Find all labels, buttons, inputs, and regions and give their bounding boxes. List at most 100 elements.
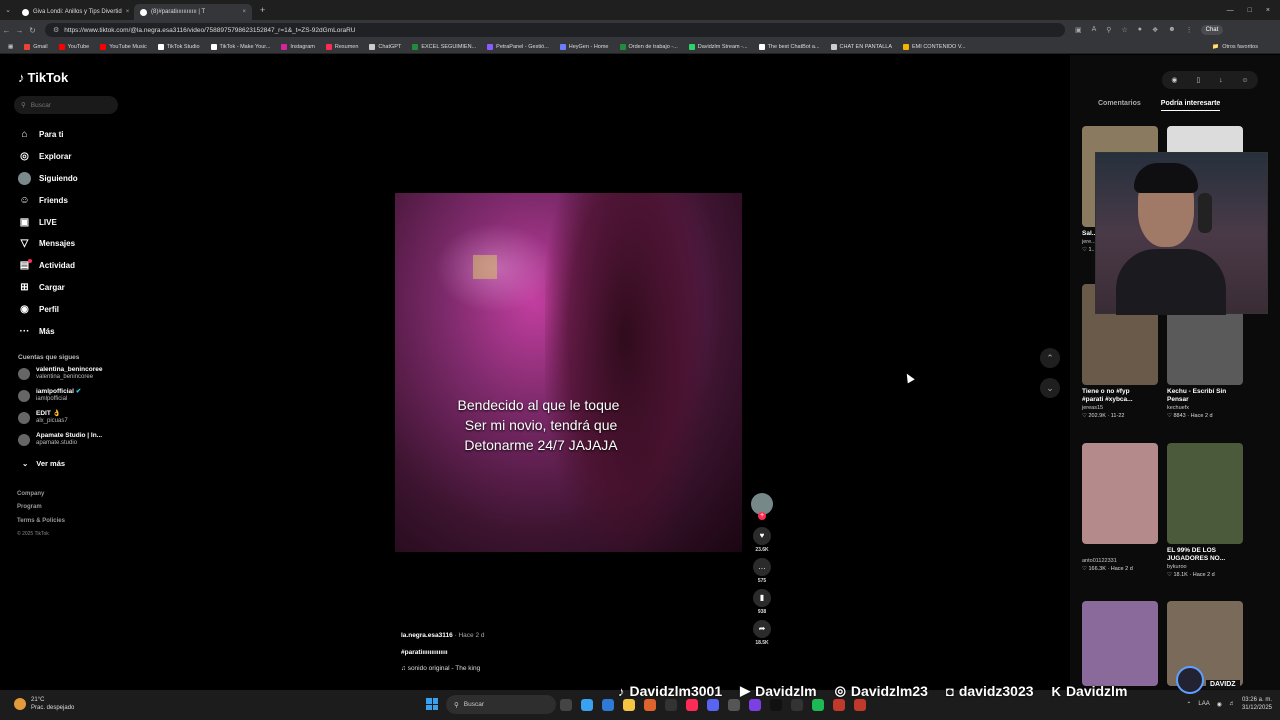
sidebar-item-cargar[interactable]: ⊞ Cargar: [18, 277, 78, 299]
kick-icon: K: [1051, 683, 1061, 699]
menu-dots-icon[interactable]: ⋮: [1186, 26, 1193, 34]
compass-icon[interactable]: ◉: [1171, 76, 1177, 84]
bookmark-item[interactable]: Davidzlm Stream -...: [688, 43, 748, 50]
bookmark-item[interactable]: Orden de trabajo -...: [619, 43, 678, 50]
task-view-icon[interactable]: [560, 699, 572, 711]
author-avatar-follow[interactable]: [750, 493, 774, 520]
tab-list-icon[interactable]: ⌄: [0, 6, 16, 14]
suggested-video-card[interactable]: EL 99% DE LOS JUGADORES NO... bykuroo ♡ …: [1167, 443, 1243, 578]
tab-giva[interactable]: Giva Londi: Anillos y Tips Divertid ×: [16, 4, 134, 20]
maximize-icon[interactable]: □: [1248, 7, 1252, 14]
chrome-icon[interactable]: [581, 699, 593, 711]
video-hashtags[interactable]: #paratiıııııııııııııı: [401, 649, 485, 656]
comment-button[interactable]: … 575: [750, 558, 774, 584]
tray-chevron-icon[interactable]: ⌃: [1186, 701, 1191, 708]
reload-icon[interactable]: ↻: [26, 26, 39, 35]
sidebar-item-live[interactable]: ▣ LIVE: [18, 211, 78, 233]
bookmark-item[interactable]: Instagram: [281, 43, 315, 50]
bookmark-favicon-icon: [58, 43, 65, 50]
share-button[interactable]: ➦ 18.5K: [750, 620, 774, 646]
suggested-video-card[interactable]: anto01122331 ♡ 166.3K · Hace 2 d: [1082, 443, 1158, 572]
close-tab-icon[interactable]: ×: [126, 9, 130, 15]
tab-comentarios[interactable]: Comentarios: [1098, 100, 1141, 111]
bookmark-item[interactable]: YouTube Music: [100, 43, 147, 50]
footer-link-company[interactable]: Company: [17, 491, 44, 497]
clock[interactable]: 03:26 a. m. 31/12/2025: [1242, 696, 1272, 712]
footer-link-program[interactable]: Program: [17, 504, 42, 510]
other-bookmarks-folder[interactable]: 📁 Otros favoritos: [1212, 44, 1258, 50]
bookmark-item[interactable]: Gmail: [24, 43, 48, 50]
bookmark-item[interactable]: ChatGPT: [369, 43, 401, 50]
taskbar-search[interactable]: ⚲ Buscar: [446, 695, 556, 714]
social-kick: K Davidzlm: [1051, 683, 1128, 699]
following-account[interactable]: EDIT 👌 alx_picuas7: [18, 410, 68, 425]
extensions-puzzle-icon[interactable]: ❖: [1152, 26, 1158, 34]
like-button[interactable]: ♥ 23.6K: [750, 527, 774, 553]
weather-widget[interactable]: 21°C Prac. despejado: [14, 696, 74, 712]
wifi-icon[interactable]: ◉: [1217, 701, 1222, 708]
bookmark-item[interactable]: HeyGen - Home: [559, 43, 609, 50]
bookmark-item[interactable]: Resumen: [325, 43, 358, 50]
footer-link-terms[interactable]: Terms & Policies: [17, 518, 65, 524]
video-meta: la.negra.esa3116 · Hace 2 d #paratiııııı…: [401, 632, 485, 672]
download-icon[interactable]: ↓: [1219, 77, 1223, 84]
bookmark-item[interactable]: CHAT EN PANTALLA: [830, 43, 892, 50]
language-indicator[interactable]: LAA: [1198, 701, 1209, 707]
minimize-icon[interactable]: —: [1227, 7, 1234, 14]
sidebar-item-para-ti[interactable]: ⌂ Para ti: [18, 124, 78, 146]
extension-icon[interactable]: ●: [1138, 26, 1142, 34]
bookmark-item[interactable]: EMI CONTENIDO V...: [903, 43, 966, 50]
bookmark-star-icon[interactable]: ☆: [1121, 26, 1127, 34]
search-box[interactable]: ⚲: [14, 96, 118, 114]
video-author[interactable]: la.negra.esa3116: [401, 632, 453, 639]
new-tab-button[interactable]: +: [252, 5, 273, 15]
tiktok-logo[interactable]: ♪ TikTok: [18, 70, 68, 85]
forward-icon[interactable]: →: [13, 26, 26, 35]
following-account[interactable]: iamlpofficial ✔ iamlpofficial: [18, 388, 81, 403]
suggested-video-card[interactable]: [1082, 601, 1158, 686]
back-icon[interactable]: ←: [0, 26, 13, 35]
avatar[interactable]: ☺: [1241, 77, 1248, 84]
phone-icon[interactable]: ▯: [1196, 76, 1200, 84]
zoom-icon[interactable]: ⚲: [1106, 26, 1111, 34]
see-more-button[interactable]: ⌄ Ver más: [22, 459, 65, 468]
edge-icon[interactable]: [602, 699, 614, 711]
bookmark-item[interactable]: TikTok - Make Your...: [210, 43, 270, 50]
bookmark-item[interactable]: TikTok Studio: [157, 43, 200, 50]
bookmarks-apps-icon[interactable]: ▦: [8, 44, 13, 50]
video-player[interactable]: Bendecido al que le toque Ser mi novio, …: [395, 193, 742, 552]
close-window-icon[interactable]: ×: [1266, 7, 1270, 14]
following-account[interactable]: valentina_benincoree valentina_benincoree: [18, 366, 102, 381]
tiktok-app: ♪ TikTok ⚲ ⌂Para ti ◎Explorar Siguiendo …: [0, 55, 1280, 690]
bookmark-item[interactable]: YouTube: [58, 43, 89, 50]
site-info-icon[interactable]: ⚙: [53, 26, 59, 34]
install-icon[interactable]: ▣: [1075, 26, 1082, 34]
sidebar-item-explorar[interactable]: ◎ Explorar: [18, 146, 78, 168]
sidebar-item-friends[interactable]: ☺ Friends: [18, 189, 78, 211]
sidebar-item-siguiendo[interactable]: Siguiendo: [18, 168, 78, 190]
sidebar-item-mas[interactable]: ··· Más: [18, 320, 78, 342]
volume-icon[interactable]: ♬: [1229, 701, 1235, 707]
sidebar-item-perfil[interactable]: ◉ Perfil: [18, 298, 78, 320]
video-sound[interactable]: ♫ sonido original - The king: [401, 665, 485, 672]
tab-tiktok[interactable]: (8)#paratiıııııııııııı | T ×: [134, 4, 252, 20]
bookmark-item[interactable]: The best ChatBot a...: [758, 43, 820, 50]
translate-icon[interactable]: A: [1092, 26, 1097, 34]
bookmark-item[interactable]: PetraPanel - Gestió...: [487, 43, 549, 50]
sidebar-item-actividad[interactable]: ▤ Actividad: [18, 255, 78, 277]
video-actions: ♥23.6K …575 ▮938 ➦18.5K: [750, 493, 774, 651]
search-input[interactable]: [30, 101, 111, 109]
bookmark-item[interactable]: EXCEL SEGUIMIEN...: [412, 43, 476, 50]
next-video-button[interactable]: ⌄: [1040, 378, 1060, 398]
following-account[interactable]: Apamate Studio | In... apamate.studio: [18, 432, 102, 447]
windows-start-icon[interactable]: [426, 698, 438, 710]
chat-button[interactable]: Chat: [1200, 25, 1224, 35]
profile-avatar-icon[interactable]: ☻: [1168, 26, 1175, 34]
url-field[interactable]: ⚙ https://www.tiktok.com/@la.negra.esa31…: [45, 23, 1065, 37]
tab-podria-interesarte[interactable]: Podría interesarte: [1160, 100, 1221, 111]
save-button[interactable]: ▮ 938: [750, 589, 774, 615]
previous-video-button[interactable]: ⌃: [1040, 348, 1060, 368]
sidebar-item-mensajes[interactable]: ▽ Mensajes: [18, 233, 78, 255]
bookmark-favicon-icon: [281, 43, 288, 50]
close-tab-icon[interactable]: ×: [242, 9, 246, 15]
